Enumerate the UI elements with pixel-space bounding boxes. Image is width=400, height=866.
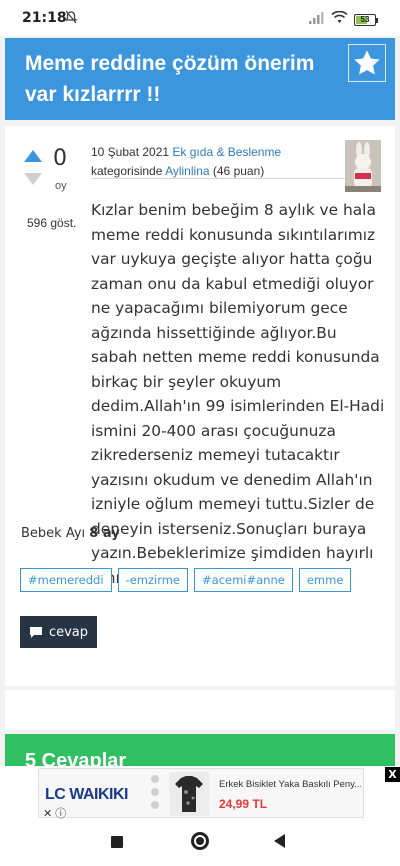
battery-level: 53 xyxy=(360,15,370,24)
tag-memereddi[interactable]: #memereddi xyxy=(20,568,112,592)
ad-brand-logo: LC WAIKIKI xyxy=(45,786,129,803)
question-title-bar: Meme reddine çözüm önerim var kızlarrrr … xyxy=(5,38,395,120)
author-points: (46 puan) xyxy=(212,164,265,178)
post-date: 10 Şubat 2021 xyxy=(91,145,170,159)
page-title: Meme reddine çözüm önerim var kızlarrrr … xyxy=(25,52,315,106)
ad-carousel-dots xyxy=(151,775,159,809)
tag-list: #memereddi -emzirme #acemi#anne emme xyxy=(20,568,352,592)
info-icon[interactable]: ⓘ xyxy=(55,805,66,821)
category-suffix: kategorisinde xyxy=(91,164,163,178)
meta-divider xyxy=(91,178,345,179)
status-bar: 21:18 53 xyxy=(0,0,400,36)
ad-content[interactable]: LC WAIKIKI ✕ ⓘ Erkek Bisiklet Yaka Baskı… xyxy=(38,768,364,821)
vote-box: 0 oy xyxy=(19,142,77,194)
status-time: 21:18 xyxy=(22,10,67,26)
tag-emzirme[interactable]: -emzirme xyxy=(117,568,189,592)
tag-emme[interactable]: emme xyxy=(298,568,352,592)
ad-choices[interactable]: ✕ ⓘ xyxy=(43,805,66,821)
signal-icon xyxy=(309,11,325,29)
ad-close-button[interactable]: X xyxy=(385,767,400,782)
back-icon[interactable] xyxy=(274,834,285,848)
recent-apps-icon[interactable] xyxy=(111,836,123,848)
question-body: Kızlar benim bebeğim 8 aylık ve hala mem… xyxy=(91,201,385,587)
vote-up-button[interactable] xyxy=(24,149,42,167)
avatar[interactable] xyxy=(345,140,381,192)
baby-age-value: 8 ay xyxy=(89,526,120,541)
arrow-down-icon xyxy=(24,173,42,185)
baby-age-label: Bebek Ayı xyxy=(21,526,86,541)
vote-count: 0 xyxy=(53,146,67,171)
view-count: 596 göst. xyxy=(27,216,77,230)
system-nav-bar xyxy=(0,820,400,866)
arrow-up-icon xyxy=(24,150,42,162)
ad-product-price: 24,99 TL xyxy=(219,797,268,811)
ad-product-image[interactable] xyxy=(169,772,209,816)
vote-unit: oy xyxy=(55,180,67,192)
ad-product-title: Erkek Bisiklet Yaka Baskılı Peny... xyxy=(219,779,361,790)
category-link[interactable]: Ek gıda & Beslenme xyxy=(172,145,281,159)
wifi-icon xyxy=(331,10,348,29)
vote-down-button[interactable] xyxy=(24,172,42,190)
reply-button-label: cevap xyxy=(48,624,89,640)
tag-acemi-anne[interactable]: #acemi#anne xyxy=(194,568,293,592)
empty-card xyxy=(5,690,395,730)
home-icon[interactable] xyxy=(191,832,209,850)
author-link[interactable]: Aylinlina xyxy=(165,164,209,178)
reply-button[interactable]: cevap xyxy=(20,616,97,648)
baby-age: Bebek Ayı 8 ay xyxy=(21,526,120,541)
comment-icon xyxy=(29,626,42,638)
question-card: 0 oy 596 göst. 10 Şubat 2021 Ek gıda & B… xyxy=(5,126,395,686)
battery-icon: 53 xyxy=(354,14,378,26)
star-icon xyxy=(354,50,380,75)
mute-icon xyxy=(64,10,78,29)
close-icon[interactable]: ✕ xyxy=(43,807,52,820)
question-meta: 10 Şubat 2021 Ek gıda & Beslenme kategor… xyxy=(91,143,345,181)
favorite-button[interactable] xyxy=(348,44,386,82)
ad-banner[interactable]: LC WAIKIKI ✕ ⓘ Erkek Bisiklet Yaka Baskı… xyxy=(0,766,400,820)
